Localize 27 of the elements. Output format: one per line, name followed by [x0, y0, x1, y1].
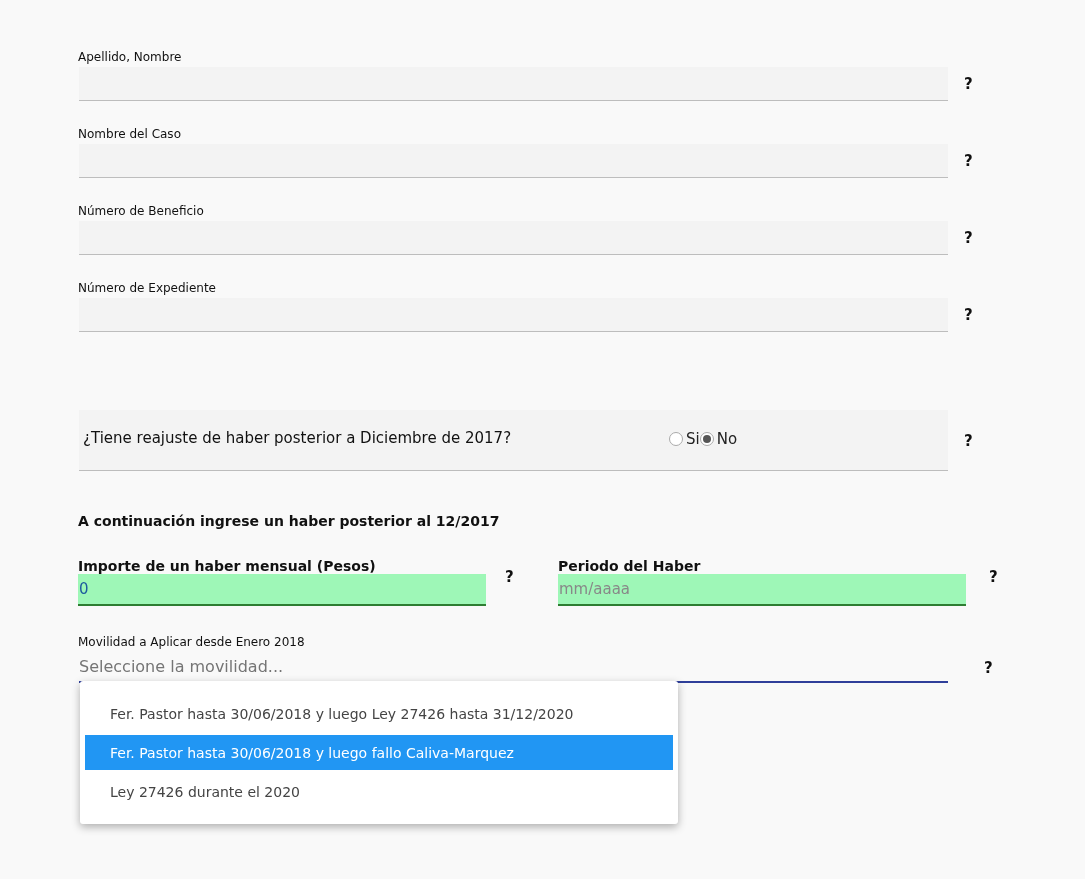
- field-label: Importe de un haber mensual (Pesos): [78, 558, 377, 574]
- radio-option[interactable]: No: [699, 430, 738, 448]
- help-icon[interactable]: ?: [964, 306, 973, 324]
- help-icon[interactable]: ?: [984, 658, 993, 677]
- section-heading: A continuación ingrese un haber posterior al 12/2017: [78, 513, 501, 529]
- text-field[interactable]: [79, 144, 948, 178]
- text-field[interactable]: [79, 221, 948, 255]
- help-icon[interactable]: ?: [964, 75, 973, 93]
- field-label: Apellido, Nombre: [78, 50, 182, 64]
- text-field[interactable]: [79, 298, 948, 332]
- field-label: Movilidad a Aplicar desde Enero 2018: [78, 635, 305, 649]
- field-label: Número de Beneficio: [78, 204, 204, 218]
- text-field[interactable]: [79, 67, 948, 101]
- field-label: Número de Expediente: [78, 281, 216, 295]
- help-icon[interactable]: ?: [964, 229, 973, 247]
- menu-option[interactable]: Ley 27426 durante el 2020: [85, 774, 673, 809]
- help-icon[interactable]: ?: [989, 568, 998, 586]
- question-text: ¿Tiene reajuste de haber posterior a Diciembre de 2017?: [83, 429, 513, 447]
- menu-option[interactable]: Fer. Pastor hasta 30/06/2018 y luego Ley 27426 hasta 31/12/2020: [85, 696, 673, 731]
- amount-field[interactable]: 0: [78, 574, 486, 606]
- help-icon[interactable]: ?: [964, 152, 973, 170]
- help-icon[interactable]: ?: [505, 568, 514, 586]
- help-icon[interactable]: ?: [964, 431, 973, 450]
- field-label: Periodo del Haber: [558, 558, 702, 574]
- radio-option[interactable]: Si: [669, 430, 700, 448]
- field-label: Nombre del Caso: [78, 127, 181, 141]
- period-field[interactable]: mm/aaaa: [558, 574, 966, 606]
